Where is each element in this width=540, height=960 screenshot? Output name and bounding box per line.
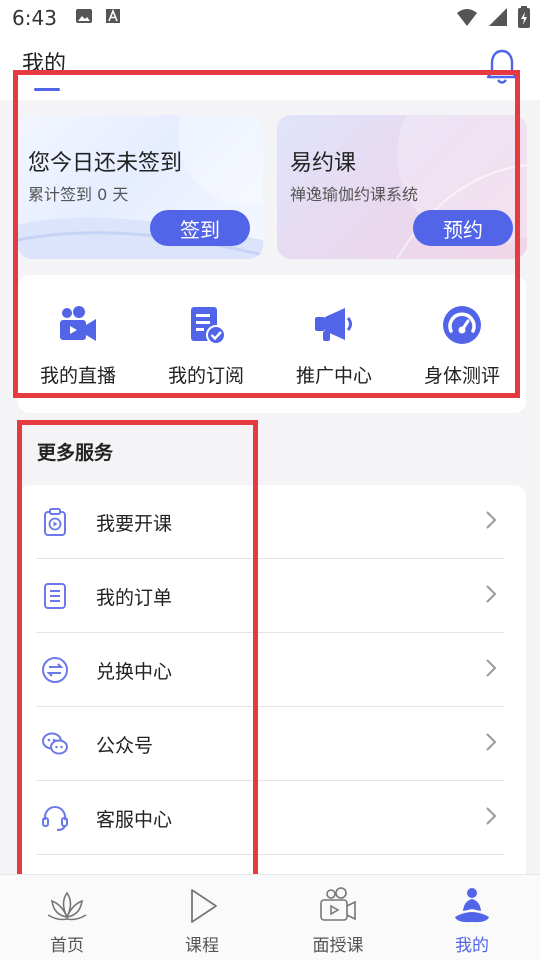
title-underline (34, 88, 60, 91)
clipboard-play-icon (44, 508, 66, 536)
bottom-nav: 首页 课程 面授课 我的 (0, 874, 540, 960)
nav-tab-home[interactable]: 首页 (17, 875, 117, 960)
video-camera-icon (60, 306, 96, 341)
list-item-my-orders[interactable]: 我的订单 (36, 559, 504, 633)
service-label: 兑换中心 (96, 661, 173, 683)
service-label: 客服中心 (96, 809, 173, 831)
list-item-exchange-center[interactable]: 兑换中心 (36, 633, 504, 707)
signin-button[interactable]: 签到 (150, 210, 250, 246)
nav-label: 我的 (455, 936, 489, 956)
chevron-right-icon (486, 807, 497, 825)
signin-card: 您今日还未签到 累计签到 0 天 签到 (18, 115, 263, 259)
gallery-icon (75, 7, 93, 29)
body-assessment-button[interactable]: 身体测评 (402, 295, 522, 388)
status-time: 6:43 (12, 6, 57, 30)
chevron-right-icon (486, 733, 497, 751)
list-item-customer-service[interactable]: 客服中心 (36, 781, 504, 855)
quick-action-label: 我的直播 (39, 365, 116, 387)
wifi-icon (456, 7, 478, 32)
list-item-open-course[interactable]: 我要开课 (36, 485, 504, 559)
quick-actions-panel: 我的直播 我的订阅 推广中心 身体测评 (18, 275, 526, 413)
booking-card: 易约课 禅逸瑜伽约课系统 预约 (277, 115, 527, 259)
more-services-heading: 更多服务 (37, 442, 114, 464)
chevron-right-icon (486, 659, 497, 677)
meditation-person-icon (455, 888, 489, 923)
my-subscription-button[interactable]: 我的订阅 (146, 295, 266, 388)
megaphone-icon (315, 308, 352, 341)
nav-label: 课程 (185, 936, 219, 956)
bell-icon[interactable] (486, 48, 518, 86)
page-title: 我的 (22, 52, 67, 77)
chevron-right-icon (486, 511, 497, 529)
booking-subtitle: 禅逸瑜伽约课系统 (290, 185, 419, 204)
nav-label: 面授课 (312, 936, 364, 956)
subscription-icon (191, 307, 226, 345)
play-icon (191, 889, 217, 923)
signin-title: 您今日还未签到 (28, 151, 183, 176)
promotion-center-button[interactable]: 推广中心 (274, 295, 394, 388)
chevron-right-icon (486, 585, 497, 603)
nav-tab-in-person[interactable]: 面授课 (288, 875, 388, 960)
service-label: 我的订单 (96, 587, 173, 609)
lotus-icon (47, 891, 87, 921)
service-label: 公众号 (96, 735, 154, 757)
exchange-icon (42, 657, 68, 683)
nav-tab-courses[interactable]: 课程 (152, 875, 252, 960)
gauge-icon (443, 306, 481, 344)
quick-action-label: 我的订阅 (167, 365, 244, 387)
services-list: 我要开课 我的订单 兑换中心 公众号 客服中心 (18, 485, 526, 885)
nav-tab-mine[interactable]: 我的 (422, 875, 522, 960)
booking-title: 易约课 (290, 151, 357, 176)
service-label: 我要开课 (96, 513, 173, 535)
nav-label: 首页 (50, 936, 84, 956)
page-header: 我的 (0, 36, 540, 100)
book-button[interactable]: 预约 (413, 210, 513, 246)
battery-icon (518, 6, 530, 33)
signal-icon (488, 7, 508, 32)
my-live-button[interactable]: 我的直播 (18, 295, 138, 388)
headset-icon (42, 806, 68, 831)
quick-action-label: 推广中心 (295, 365, 372, 387)
wechat-icon (42, 732, 68, 755)
quick-action-label: 身体测评 (423, 365, 500, 387)
status-bar: 6:43 (0, 0, 540, 36)
video-class-icon (320, 887, 356, 921)
order-list-icon (44, 583, 66, 609)
list-item-official-account[interactable]: 公众号 (36, 707, 504, 781)
signin-count: 累计签到 0 天 (28, 185, 129, 204)
font-a-icon (105, 7, 121, 29)
